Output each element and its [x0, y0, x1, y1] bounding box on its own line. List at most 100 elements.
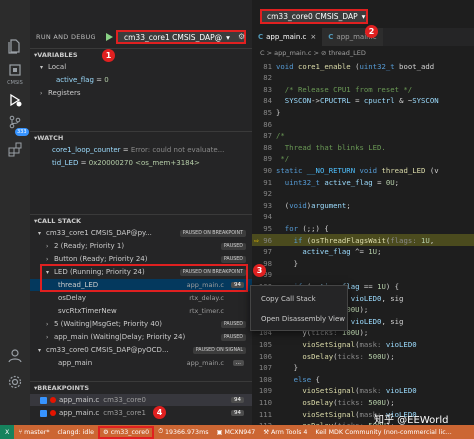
- watch-item[interactable]: tid_LED = 0x20000270 <os_mem+3184>: [30, 157, 252, 169]
- code-line[interactable]: 95 for (;;) {: [252, 222, 474, 234]
- line-number[interactable]: 84: [252, 96, 276, 105]
- variables-local-scope[interactable]: ▾ Local: [30, 61, 252, 73]
- license-status[interactable]: Keil MDK Community (non-commercial lic..…: [311, 429, 455, 436]
- code-line[interactable]: 85}: [252, 106, 474, 118]
- code-line[interactable]: 98 }: [252, 257, 474, 269]
- debug-session-label: cm33_core0 CMSIS_DAP: [267, 12, 358, 21]
- line-number[interactable]: 109: [252, 386, 276, 395]
- code-line[interactable]: 105 vioSetSignal(mask: vioLED0: [252, 338, 474, 350]
- watermark: 知乎 @EEWorld: [374, 415, 449, 426]
- code-line[interactable]: 107 }: [252, 362, 474, 374]
- code-line[interactable]: 83 /* Release CPU1 from reset */: [252, 83, 474, 95]
- code-line[interactable]: 92: [252, 188, 474, 200]
- line-number[interactable]: 86: [252, 120, 276, 129]
- arm-tools-status[interactable]: ⚒ Arm Tools 4: [259, 429, 311, 436]
- code-line[interactable]: 88 Thread that blinks LED.: [252, 141, 474, 153]
- code-line[interactable]: 93 (void)argument;: [252, 199, 474, 211]
- watch-header[interactable]: ▾ WATCH: [30, 131, 252, 143]
- call-stack-frame[interactable]: app_main app_main.c ...: [30, 357, 252, 369]
- chevron-down-icon: ▾: [40, 63, 44, 71]
- call-stack-frame[interactable]: svcRtxTimerNew rtx_timer.c: [30, 305, 252, 317]
- line-number[interactable]: 95: [252, 224, 276, 233]
- code-line[interactable]: 89 */: [252, 153, 474, 165]
- accounts-icon[interactable]: [5, 345, 25, 365]
- breakpoint-dot-icon: [50, 410, 56, 416]
- extensions-icon[interactable]: [5, 140, 25, 160]
- call-stack-thread[interactable]: › 2 (Ready; Priority 1) PAUSED: [30, 240, 252, 252]
- code-line[interactable]: 110 osDelay(ticks: 500U);: [252, 396, 474, 408]
- line-number[interactable]: 106: [252, 352, 276, 361]
- callout-3: 3: [253, 264, 266, 277]
- tab-app-main-core0[interactable]: C app_main.c ×: [252, 28, 323, 46]
- code-line[interactable]: 97 active_flag ^= 1U;: [252, 246, 474, 258]
- debug-config-select[interactable]: cm33_core1 CMSIS_DAP@ ▾: [116, 30, 246, 44]
- code-line[interactable]: 81 void core1_enable (uint32_t boot_add: [252, 60, 474, 72]
- call-stack-frame[interactable]: osDelay rtx_delay.c: [30, 292, 252, 304]
- start-debug-icon[interactable]: [104, 32, 114, 42]
- call-stack-header[interactable]: ▾ CALL STACK: [30, 214, 252, 226]
- status-badge: PAUSED: [220, 255, 246, 263]
- explorer-icon[interactable]: [5, 36, 25, 56]
- checkbox-icon[interactable]: [40, 409, 47, 417]
- line-number[interactable]: 83: [252, 85, 276, 94]
- line-number[interactable]: 107: [252, 363, 276, 372]
- branch-indicator[interactable]: ⑂ master*: [14, 429, 53, 436]
- line-number[interactable]: 93: [252, 201, 276, 210]
- line-number[interactable]: 94: [252, 212, 276, 221]
- call-stack-thread[interactable]: › app_main (Waiting|Delay; Priority 24) …: [30, 331, 252, 343]
- code-line[interactable]: 108 else {: [252, 373, 474, 385]
- code-text: /*: [276, 131, 285, 141]
- menu-item-copy-call-stack[interactable]: Copy Call Stack: [261, 295, 316, 303]
- watch-item[interactable]: core1_loop_counter = Error: could not ev…: [30, 144, 252, 156]
- breakpoint-item[interactable]: app_main.c cm33_core1 94: [30, 407, 252, 419]
- debug-session-select[interactable]: cm33_core0 CMSIS_DAP ▾: [260, 9, 368, 24]
- line-number[interactable]: 105: [252, 340, 276, 349]
- settings-icon[interactable]: [5, 372, 25, 392]
- line-number[interactable]: 87: [252, 131, 276, 140]
- close-icon[interactable]: ×: [310, 33, 316, 41]
- menu-item-open-disassembly[interactable]: Open Disassembly View: [261, 315, 345, 323]
- code-text: Thread that blinks LED.: [276, 142, 386, 152]
- call-stack-thread[interactable]: › 5 (Waiting|MsgGet; Priority 40) PAUSED: [30, 318, 252, 330]
- debug-target-status[interactable]: ⚙ cm33_core0: [98, 425, 155, 439]
- code-line[interactable]: 86: [252, 118, 474, 130]
- call-stack-session[interactable]: ▾ cm33_core1 CMSIS_DAP@py... PAUSED ON B…: [30, 227, 252, 239]
- breadcrumb[interactable]: C > app_main.c > ⊘ thread_LED: [252, 47, 474, 59]
- activity-bar: CMSIS 333: [0, 0, 30, 425]
- breakpoints-header[interactable]: ▾ BREAKPOINTS: [30, 381, 252, 393]
- code-line[interactable]: 94: [252, 211, 474, 223]
- line-number[interactable]: 91: [252, 178, 276, 187]
- remote-indicator[interactable]: X: [0, 425, 15, 439]
- more-actions-icon[interactable]: ⚙: [238, 32, 245, 41]
- line-number[interactable]: 110: [252, 398, 276, 407]
- code-line[interactable]: 91 uint32_t active_flag = 0U;: [252, 176, 474, 188]
- board-status[interactable]: ▣ MCXN947: [212, 429, 259, 436]
- checkbox-icon[interactable]: [40, 396, 47, 404]
- line-number[interactable]: 92: [252, 189, 276, 198]
- line-number[interactable]: 85: [252, 108, 276, 117]
- clangd-status[interactable]: clangd: idle: [53, 429, 98, 436]
- line-number[interactable]: 81: [252, 62, 276, 71]
- line-number[interactable]: 82: [252, 73, 276, 82]
- code-line[interactable]: 90 static __NO_RETURN void thread_LED (v: [252, 164, 474, 176]
- code-line[interactable]: 82: [252, 72, 474, 84]
- call-stack-session[interactable]: ▾ cm33_core0 CMSIS_DAP@pyOCD... PAUSED O…: [30, 344, 252, 356]
- code-line[interactable]: 84 SYSCON->CPUCTRL = cpuctrl & ~SYSCON: [252, 95, 474, 107]
- variables-header[interactable]: ▾ VARIABLES: [30, 48, 252, 60]
- code-line[interactable]: 87/*: [252, 130, 474, 142]
- code-line[interactable]: 96 if (osThreadFlagsWait(flags: 1U, ⇨: [252, 234, 474, 246]
- line-number[interactable]: 90: [252, 166, 276, 175]
- line-number[interactable]: 89: [252, 154, 276, 163]
- line-number[interactable]: 108: [252, 375, 276, 384]
- cmsis-icon[interactable]: [5, 60, 25, 80]
- line-number[interactable]: 97: [252, 247, 276, 256]
- variable-row[interactable]: active_flag = 0: [30, 74, 252, 86]
- line-number[interactable]: 111: [252, 410, 276, 419]
- code-line[interactable]: 99: [252, 269, 474, 281]
- variables-registers-scope[interactable]: › Registers: [30, 87, 252, 99]
- line-number[interactable]: 88: [252, 143, 276, 152]
- breakpoint-item[interactable]: app_main.c cm33_core0 94: [30, 394, 252, 406]
- code-line[interactable]: 109 vioSetSignal(mask: vioLED0: [252, 385, 474, 397]
- run-debug-icon[interactable]: [5, 90, 25, 110]
- code-line[interactable]: 106 osDelay(ticks: 500U);: [252, 350, 474, 362]
